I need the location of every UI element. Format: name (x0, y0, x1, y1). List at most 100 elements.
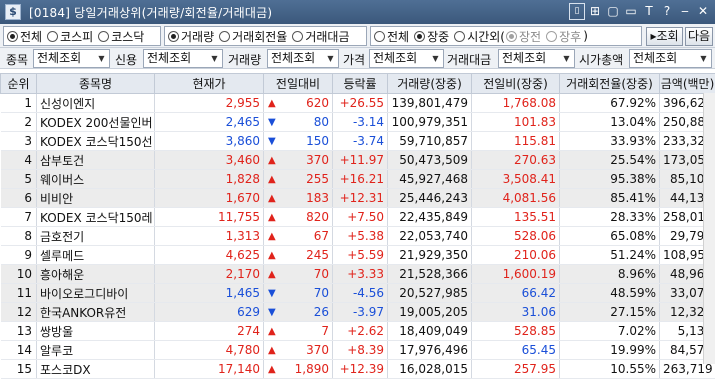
up-triangle-icon: ▲ (268, 98, 276, 109)
chevron-down-icon: ▼ (560, 51, 573, 66)
radio-market-all[interactable]: 전체 (7, 28, 42, 45)
radio-sort-amount[interactable]: 거래대금 (292, 28, 349, 45)
col-price[interactable]: 현재가 (155, 74, 264, 94)
price-cell: 1,465 (155, 284, 264, 303)
table-row[interactable]: 10흥아해운2,170▲70+3.3321,528,3661,600.198.9… (1, 265, 715, 284)
radio-dot-icon (47, 31, 58, 42)
radio-session-all[interactable]: 전체 (374, 28, 409, 45)
radio-sort-turnover[interactable]: 거래회전율 (219, 28, 287, 45)
restore-icon[interactable]: ▢ (605, 3, 621, 20)
radio-market-kosdaq[interactable]: 코스닥 (98, 28, 144, 45)
filter-select-marketcap[interactable]: 전체조회▼ (629, 49, 712, 68)
next-button[interactable]: 다음 (685, 27, 713, 46)
minimize-icon[interactable]: ‒ (677, 3, 693, 20)
link-icon[interactable]: ⊞ (587, 3, 603, 20)
rank-cell: 6 (1, 189, 37, 208)
rate-cell: +5.38 (333, 227, 388, 246)
filter-select-volume[interactable]: 전체조회▼ (267, 49, 339, 68)
close-icon[interactable]: ✕ (695, 3, 711, 20)
up-triangle-icon: ▲ (268, 193, 276, 204)
table-row[interactable]: 3KODEX 코스닥150선3,860▼150-3.7459,710,85711… (1, 132, 715, 151)
table-row[interactable]: 13쌍방울274▲7+2.6218,409,049528.857.02%5,13… (1, 322, 715, 341)
change-cell: ▲183 (264, 189, 333, 208)
turnover-cell: 33.93% (560, 132, 660, 151)
stock-name-cell: KODEX 코스닥150레 (37, 208, 155, 227)
rate-cell: +11.97 (333, 151, 388, 170)
help-icon[interactable]: ? (659, 3, 675, 20)
volume-cell: 50,473,509 (388, 151, 472, 170)
change-cell: ▲370 (264, 341, 333, 360)
memo-icon[interactable]: ▯ (569, 3, 585, 20)
radio-session-afterhours[interactable]: 시간외( (454, 28, 505, 45)
prev-ratio-cell: 1,768.08 (472, 94, 560, 113)
col-volume[interactable]: 거래량(장중) (388, 74, 472, 94)
radio-session-regular[interactable]: 장중 (414, 28, 449, 45)
filter-select-stock[interactable]: 전체조회▼ (33, 49, 110, 68)
col-amount[interactable]: 금액(백만) (660, 74, 715, 94)
rate-cell: +7.50 (333, 208, 388, 227)
col-change[interactable]: 전일대비 (264, 74, 333, 94)
font-size-icon[interactable]: T (641, 3, 657, 20)
filter-label-stock: 종목 (6, 51, 28, 68)
stock-name-cell: 비비안 (37, 189, 155, 208)
up-triangle-icon: ▲ (268, 250, 276, 261)
radio-sub-premarket[interactable]: 장전 (506, 28, 541, 45)
radio-dot-icon (454, 31, 465, 42)
sort-radio-group: 거래량 거래회전율 거래대금 (164, 26, 367, 46)
filter-select-amount[interactable]: 전체조회▼ (498, 49, 575, 68)
price-cell: 17,140 (155, 360, 264, 379)
table-row[interactable]: 7KODEX 코스닥150레11,755▲820+7.5022,435,8491… (1, 208, 715, 227)
prev-ratio-cell: 135.51 (472, 208, 560, 227)
table-row[interactable]: 15포스코DX17,140▲1,890+12.3916,028,015257.9… (1, 360, 715, 379)
col-turnover[interactable]: 거래회전율(장중) (560, 74, 660, 94)
vertical-scrollbar[interactable] (703, 93, 715, 364)
turnover-cell: 65.08% (560, 227, 660, 246)
table-row[interactable]: 8금호전기1,313▲67+5.3822,053,740528.0665.08%… (1, 227, 715, 246)
turnover-cell: 95.38% (560, 170, 660, 189)
filter-select-credit[interactable]: 전체조회▼ (143, 49, 223, 68)
volume-cell: 20,527,985 (388, 284, 472, 303)
col-rank[interactable]: 순위 (1, 74, 37, 94)
layout-icon[interactable]: ▭ (623, 3, 639, 20)
table-row[interactable]: 4삼부토건3,460▲370+11.9750,473,509270.6325.5… (1, 151, 715, 170)
radio-dot-icon (7, 31, 18, 42)
change-cell: ▲820 (264, 208, 333, 227)
rate-cell: +26.55 (333, 94, 388, 113)
col-rate[interactable]: 등락률 (333, 74, 388, 94)
change-cell: ▲70 (264, 265, 333, 284)
rank-cell: 1 (1, 94, 37, 113)
table-row[interactable]: 2KODEX 200선물인버2,465▼80-3.14100,979,35110… (1, 113, 715, 132)
radio-dot-icon (292, 31, 303, 42)
stock-name-cell: 신성이엔지 (37, 94, 155, 113)
table-row[interactable]: 5웨이버스1,828▲255+16.2145,927,4683,508.4195… (1, 170, 715, 189)
search-button[interactable]: ▸조회 (646, 27, 683, 46)
price-cell: 2,955 (155, 94, 264, 113)
rate-cell: -3.74 (333, 132, 388, 151)
col-name[interactable]: 종목명 (37, 74, 155, 94)
rank-cell: 11 (1, 284, 37, 303)
down-triangle-icon: ▼ (268, 288, 276, 299)
screen-code: [0184] (29, 6, 70, 20)
table-row[interactable]: 14알루코4,780▲370+8.3917,976,49665.4519.99%… (1, 341, 715, 360)
down-triangle-icon: ▼ (268, 136, 276, 147)
table-row[interactable]: 11바이오로그디바이1,465▼70-4.5620,527,98566.4248… (1, 284, 715, 303)
table-row[interactable]: 6비비안1,670▲183+12.3125,446,2434,081.5685.… (1, 189, 715, 208)
price-cell: 1,828 (155, 170, 264, 189)
table-row[interactable]: 1신성이엔지2,955▲620+26.55139,801,4791,768.08… (1, 94, 715, 113)
radio-market-kospi[interactable]: 코스피 (47, 28, 93, 45)
rank-cell: 8 (1, 227, 37, 246)
prev-ratio-cell: 101.83 (472, 113, 560, 132)
prev-ratio-cell: 31.06 (472, 303, 560, 322)
radio-sub-postmarket[interactable]: 장후 (546, 28, 581, 45)
table-row[interactable]: 12한국ANKOR유전629▼26-3.9719,005,20531.0627.… (1, 303, 715, 322)
col-prev-ratio[interactable]: 전일비(장중) (472, 74, 560, 94)
rate-cell: +8.39 (333, 341, 388, 360)
radio-sort-volume[interactable]: 거래량 (168, 28, 214, 45)
filter-select-price[interactable]: 전체조회▼ (369, 49, 444, 68)
table-row[interactable]: 9셀루메드4,625▲245+5.5921,929,350210.0651.24… (1, 246, 715, 265)
turnover-cell: 13.04% (560, 113, 660, 132)
rank-cell: 5 (1, 170, 37, 189)
price-cell: 2,465 (155, 113, 264, 132)
price-cell: 629 (155, 303, 264, 322)
up-triangle-icon: ▲ (268, 326, 276, 337)
